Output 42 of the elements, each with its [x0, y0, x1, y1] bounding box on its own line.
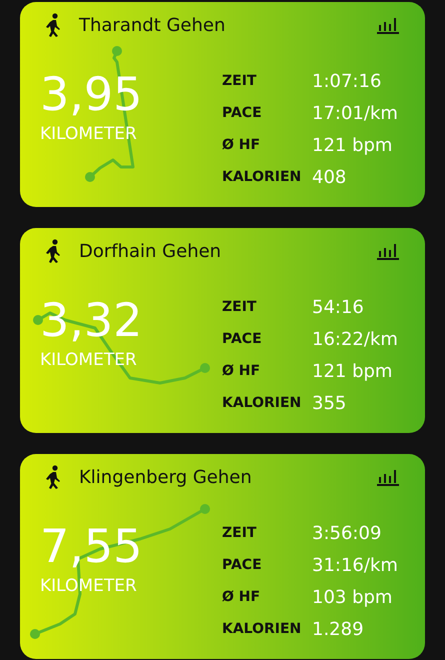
- activity-title: Dorfhain Gehen: [79, 240, 222, 264]
- stat-label: KALORIEN: [222, 168, 302, 187]
- stat-value: 355: [312, 392, 348, 415]
- stat-label: PACE: [222, 330, 263, 349]
- stat-value: 408: [312, 166, 348, 189]
- stat-label: PACE: [222, 104, 263, 123]
- bar-chart-icon[interactable]: [377, 468, 399, 486]
- stat-value: 121 bpm: [312, 360, 394, 383]
- stat-label: KALORIEN: [222, 394, 302, 413]
- bar-chart-icon[interactable]: [377, 16, 399, 34]
- distance-unit: KILOMETER: [40, 575, 138, 598]
- bar-chart-icon[interactable]: [377, 242, 399, 260]
- stat-value: 1.289: [312, 618, 365, 641]
- distance-value: 3,32: [40, 294, 144, 346]
- distance-unit: KILOMETER: [40, 123, 138, 146]
- stat-label: KALORIEN: [222, 620, 302, 639]
- stat-value: 1:07:16: [312, 70, 382, 93]
- distance-value: 7,55: [40, 520, 144, 572]
- walking-person-icon: [45, 239, 63, 263]
- walking-person-icon: [45, 465, 63, 489]
- stat-value: 16:22/km: [312, 328, 398, 351]
- walking-person-icon: [45, 13, 63, 37]
- stat-label: ZEIT: [222, 298, 258, 317]
- stat-label: Ø HF: [222, 136, 262, 155]
- activity-card[interactable]: Dorfhain Gehen 3,32 KILOMETER ZEIT 54:16 PACE 16:22/km Ø HF 121 bpm KALORIEN 355: [20, 228, 425, 433]
- stat-label: ZEIT: [222, 524, 258, 543]
- activity-title: Klingenberg Gehen: [79, 466, 253, 490]
- activity-card[interactable]: Tharandt Gehen 3,95 KILOMETER ZEIT 1:07:16 PACE 17:01/km Ø HF 121 bpm KALORIEN 408: [20, 2, 425, 207]
- activity-card[interactable]: Klingenberg Gehen 7,55 KILOMETER ZEIT 3:56:09 PACE 31:16/km Ø HF 103 bpm KALORIEN 1.289: [20, 454, 425, 659]
- stat-label: Ø HF: [222, 588, 262, 607]
- stat-value: 31:16/km: [312, 554, 398, 577]
- distance-value: 3,95: [40, 68, 144, 120]
- stat-label: Ø HF: [222, 362, 262, 381]
- stat-value: 3:56:09: [312, 522, 382, 545]
- stat-value: 54:16: [312, 296, 365, 319]
- stat-label: PACE: [222, 556, 263, 575]
- stat-label: ZEIT: [222, 72, 258, 91]
- stat-value: 121 bpm: [312, 134, 394, 157]
- stat-value: 17:01/km: [312, 102, 398, 125]
- stat-value: 103 bpm: [312, 586, 394, 609]
- activity-title: Tharandt Gehen: [79, 14, 226, 38]
- distance-unit: KILOMETER: [40, 349, 138, 372]
